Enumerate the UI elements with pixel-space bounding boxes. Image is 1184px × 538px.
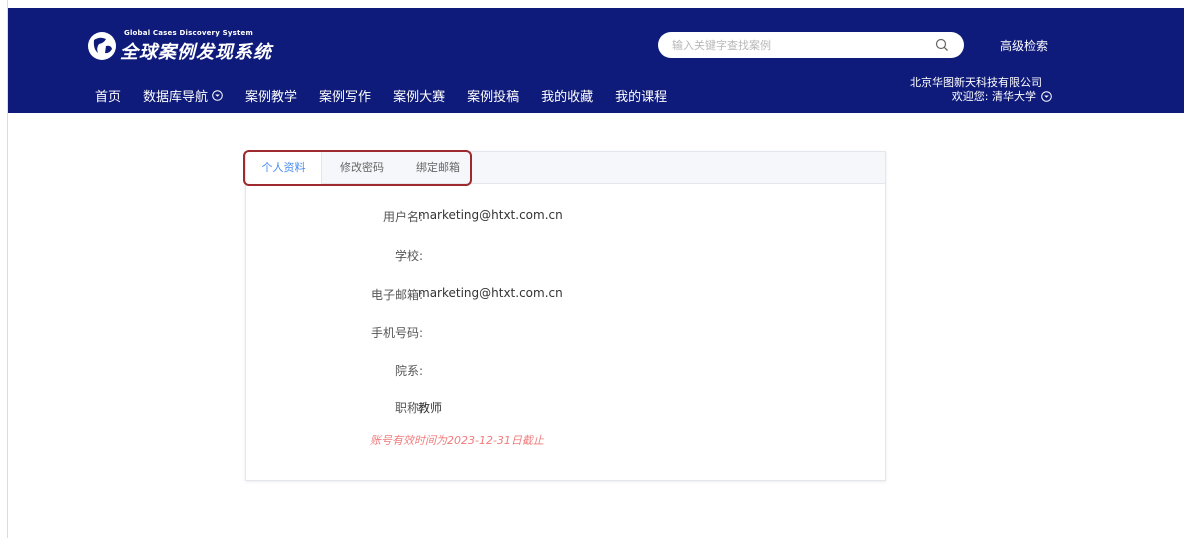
field-title: 职称: 教师 (246, 399, 885, 419)
tab-label: 修改密码 (340, 161, 384, 174)
nav-item-writing[interactable]: 案例写作 (319, 86, 371, 105)
chevron-down-icon (1041, 90, 1052, 102)
left-border (0, 0, 8, 538)
top-header: Global Cases Discovery System 全球案例发现系统 高… (8, 8, 1184, 113)
nav-item-label: 案例投稿 (467, 90, 520, 105)
title-value: 教师 (418, 401, 443, 415)
search-icon[interactable] (934, 37, 950, 53)
school-label: 学校: (394, 249, 423, 263)
logo-english-text: Global Cases Discovery System (124, 29, 253, 37)
username-label: 用户名: (382, 210, 423, 224)
department-label: 院系: (394, 364, 423, 378)
nav-item-favorites[interactable]: 我的收藏 (541, 86, 593, 105)
user-menu[interactable]: 欢迎您: 清华大学 (952, 88, 1052, 104)
tab-bar: 个人资料 修改密码 绑定邮箱 (243, 150, 885, 186)
tab-change-password[interactable]: 修改密码 (326, 152, 398, 184)
field-username: 用户名: marketing@htxt.com.cn (246, 208, 885, 228)
nav-item-label: 我的收藏 (541, 90, 594, 105)
tab-profile[interactable]: 个人资料 (246, 152, 322, 185)
logo-chinese-text: 全球案例发现系统 (120, 42, 272, 63)
nav-item-teaching[interactable]: 案例教学 (245, 86, 297, 105)
nav-item-label: 我的课程 (615, 90, 668, 105)
nav-item-courses[interactable]: 我的课程 (615, 86, 667, 105)
nav-item-contest[interactable]: 案例大赛 (393, 86, 445, 105)
username-value: marketing@htxt.com.cn (418, 208, 563, 222)
page: Global Cases Discovery System 全球案例发现系统 高… (0, 0, 1184, 538)
search-input[interactable] (672, 36, 912, 54)
nav-item-home[interactable]: 首页 (95, 86, 121, 105)
globe-icon (88, 32, 116, 60)
tab-label: 绑定邮箱 (416, 161, 460, 174)
field-phone: 手机号码: (246, 324, 885, 344)
email-label: 电子邮箱: (370, 288, 423, 302)
profile-panel: 个人资料 修改密码 绑定邮箱 用户名: marketing@htxt.com.c… (243, 150, 886, 481)
chevron-down-icon (212, 90, 223, 101)
field-school: 学校: (246, 247, 885, 267)
phone-label: 手机号码: (370, 326, 423, 340)
account-expiry-notice: 账号有效时间为2023-12-31日截止 (370, 434, 544, 447)
email-value: marketing@htxt.com.cn (418, 286, 563, 300)
search-box (658, 32, 964, 58)
nav-item-database[interactable]: 数据库导航 (143, 86, 223, 105)
tab-bind-email[interactable]: 绑定邮箱 (402, 152, 474, 184)
nav-item-label: 案例写作 (319, 90, 372, 105)
nav-item-label: 案例教学 (245, 90, 298, 105)
field-department: 院系: (246, 362, 885, 382)
nav-item-submission[interactable]: 案例投稿 (467, 86, 519, 105)
welcome-text: 欢迎您: 清华大学 (951, 90, 1036, 103)
nav-item-label: 案例大赛 (393, 90, 446, 105)
tab-label: 个人资料 (261, 161, 306, 174)
field-email: 电子邮箱: marketing@htxt.com.cn (246, 286, 885, 306)
main-nav: 首页 数据库导航 案例教学 案例写作 案例大赛 案例投稿 我的收藏 我的课程 (95, 86, 689, 105)
site-logo[interactable]: Global Cases Discovery System 全球案例发现系统 (86, 26, 286, 66)
nav-item-label: 数据库导航 (143, 90, 209, 105)
advanced-search-link[interactable]: 高级检索 (1000, 37, 1048, 54)
nav-item-label: 首页 (95, 90, 122, 105)
